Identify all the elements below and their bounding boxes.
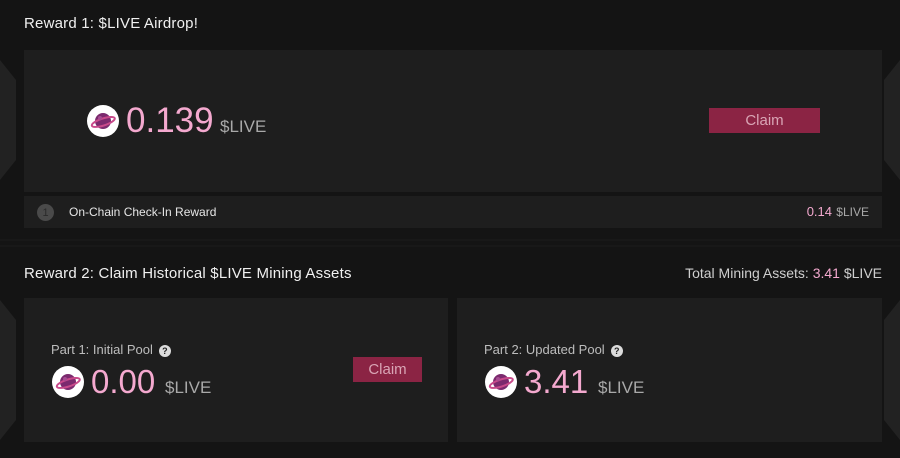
part2-amount: 3.41 — [524, 363, 589, 400]
checkin-label: On-Chain Check-In Reward — [69, 205, 217, 219]
question-circle-icon[interactable]: ? — [610, 344, 623, 357]
total-mining-unit: $LIVE — [843, 265, 882, 281]
checkin-index-badge: 1 — [37, 204, 54, 221]
total-mining-amount: 3.41 — [812, 265, 840, 281]
reward1-title: Reward 1: $LIVE Airdrop! — [24, 15, 199, 32]
reward2-title: Reward 2: Claim Historical $LIVE Mining … — [24, 265, 352, 282]
checkin-amount: 0.14 — [806, 204, 832, 219]
total-mining-assets: Total Mining Assets: 3.41 $LIVE — [685, 265, 882, 281]
part1-label: Part 1: Initial Pool — [51, 342, 153, 357]
part2-label-row: Part 2: Updated Pool? — [484, 342, 623, 357]
total-mining-label: Total Mining Assets: — [685, 265, 809, 281]
airdrop-unit: $LIVE — [220, 117, 267, 136]
planet-coin-icon — [485, 366, 517, 398]
part1-panel: Part 1: Initial Pool? 0.00 $LIVE Claim — [24, 298, 448, 442]
part1-amount: 0.00 — [91, 363, 156, 400]
part2-label: Part 2: Updated Pool — [484, 342, 605, 357]
airdrop-amount: 0.139 — [126, 101, 214, 140]
airdrop-panel: 0.139 $LIVE Claim — [24, 50, 882, 192]
claim-airdrop-button[interactable]: Claim — [709, 108, 820, 133]
planet-coin-icon — [52, 366, 84, 398]
checkin-unit: $LIVE — [836, 205, 869, 219]
question-circle-icon[interactable]: ? — [158, 344, 171, 357]
part2-unit: $LIVE — [598, 378, 645, 397]
planet-coin-icon — [87, 105, 119, 137]
claim-part1-button[interactable]: Claim — [353, 357, 422, 382]
part2-panel: Part 2: Updated Pool? 3.41 $LIVE — [457, 298, 882, 442]
checkin-row: 1 On-Chain Check-In Reward 0.14 $LIVE — [24, 196, 882, 228]
part1-unit: $LIVE — [165, 378, 212, 397]
part1-label-row: Part 1: Initial Pool? — [51, 342, 171, 357]
